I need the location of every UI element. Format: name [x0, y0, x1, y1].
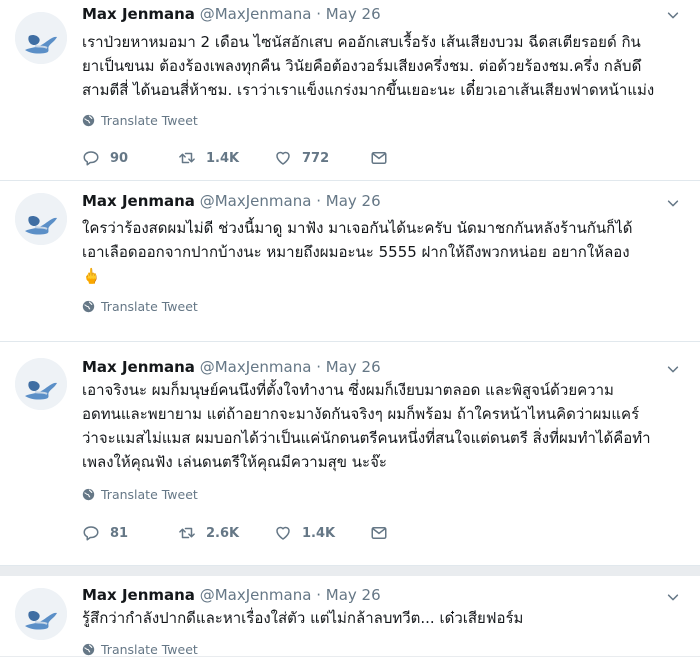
translate-label: Translate Tweet: [101, 642, 198, 657]
tweet-text-line: ว่าจะแมสไม่แมส ผมบอกได้ว่าเป็นแค่นักดนตร…: [82, 429, 651, 447]
tweet-text-line: เราป่วยหาหมอมา 2 เดือน ไซนัสอักเสบ คออัก…: [82, 33, 641, 51]
tweet-text-line: เพลงให้คุณฟัง เล่นดนตรีให้คุณมีความสุข น…: [82, 453, 387, 471]
retweet-count: 1.4K: [206, 150, 240, 166]
author-name[interactable]: Max Jenmana: [82, 5, 195, 23]
tweet-header: Max Jenmana @MaxJenmana · May 26: [82, 192, 381, 214]
retweet-count: 2.6K: [206, 525, 240, 541]
retweet-icon: [178, 524, 196, 542]
tweet-text-line: เอาเลือดออกจากปากบ้างนะ หมายถึงผมอะนะ 55…: [82, 243, 630, 261]
heart-icon: [274, 524, 292, 542]
reply-button[interactable]: 81: [82, 524, 178, 542]
author-handle[interactable]: @MaxJenmana: [200, 5, 312, 23]
envelope-icon: [370, 524, 388, 542]
retweet-button[interactable]: 2.6K: [178, 524, 274, 542]
separator: ·: [316, 192, 321, 210]
heart-icon: [274, 149, 292, 167]
envelope-icon: [370, 149, 388, 167]
tweet-header: Max Jenmana @MaxJenmana · May 26: [82, 358, 381, 380]
author-handle[interactable]: @MaxJenmana: [200, 192, 312, 210]
chevron-down-icon[interactable]: [666, 195, 684, 213]
direct-message-button[interactable]: [370, 524, 388, 542]
globe-icon: [82, 114, 95, 127]
like-count: 772: [302, 150, 330, 166]
direct-message-button[interactable]: [370, 149, 388, 167]
separator: ·: [316, 586, 321, 604]
reply-icon: [82, 524, 100, 542]
reply-count: 90: [110, 150, 129, 166]
translate-tweet-link[interactable]: Translate Tweet: [82, 113, 198, 128]
tweet-text: รู้สึกว่ากำลังปากดีและหาเรื่องใส่ตัว แต่…: [82, 606, 682, 630]
separator: ·: [316, 358, 321, 376]
like-button[interactable]: 772: [274, 149, 370, 167]
tweet-date[interactable]: May 26: [326, 192, 381, 210]
retweet-button[interactable]: 1.4K: [178, 149, 274, 167]
tweet-feed: Max Jenmana @MaxJenmana · May 26 เราป่วย…: [0, 0, 700, 657]
author-name[interactable]: Max Jenmana: [82, 192, 195, 210]
author-name[interactable]: Max Jenmana: [82, 586, 195, 604]
tweet-1[interactable]: Max Jenmana @MaxJenmana · May 26 เราป่วย…: [0, 0, 700, 181]
translate-label: Translate Tweet: [101, 299, 198, 314]
tweet-text-line: สามตีสี่ ได้นอนสี่ห้าชม. เราว่าเราแข็งแก…: [82, 81, 655, 99]
avatar[interactable]: [15, 358, 67, 410]
like-count: 1.4K: [302, 525, 336, 541]
globe-icon: [82, 643, 95, 656]
author-handle[interactable]: @MaxJenmana: [200, 586, 312, 604]
tweet-text: เราป่วยหาหมอมา 2 เดือน ไซนัสอักเสบ คออัก…: [82, 30, 682, 102]
tweet-text-line: ใครว่าร้องสดผมไม่ดี ช่วงนี้มาดู มาฟัง มา…: [82, 219, 633, 237]
reply-count: 81: [110, 525, 129, 541]
tweet-date[interactable]: May 26: [326, 358, 381, 376]
like-button[interactable]: 1.4K: [274, 524, 370, 542]
tweet-4[interactable]: Max Jenmana @MaxJenmana · May 26 รู้สึกว…: [0, 576, 700, 657]
translate-tweet-link[interactable]: Translate Tweet: [82, 299, 198, 314]
chevron-down-icon[interactable]: [666, 589, 684, 607]
translate-tweet-link[interactable]: Translate Tweet: [82, 487, 198, 502]
reply-button[interactable]: 90: [82, 149, 178, 167]
avatar[interactable]: [15, 12, 67, 64]
retweet-icon: [178, 149, 196, 167]
tweet-text: ใครว่าร้องสดผมไม่ดี ช่วงนี้มาดู มาฟัง มา…: [82, 216, 682, 288]
tweet-date[interactable]: May 26: [326, 5, 381, 23]
tweet-header: Max Jenmana @MaxJenmana · May 26: [82, 5, 381, 27]
tweet-text-line: เอาจริงนะ ผมก็มนุษย์คนนึงที่ตั้งใจทำงาน …: [82, 381, 614, 399]
translate-tweet-link[interactable]: Translate Tweet: [82, 642, 198, 657]
translate-label: Translate Tweet: [101, 113, 198, 128]
tweet-2[interactable]: Max Jenmana @MaxJenmana · May 26 ใครว่าร…: [0, 181, 700, 342]
author-handle[interactable]: @MaxJenmana: [200, 358, 312, 376]
avatar[interactable]: [15, 588, 67, 640]
reply-icon: [82, 149, 100, 167]
tweet-text: เอาจริงนะ ผมก็มนุษย์คนนึงที่ตั้งใจทำงาน …: [82, 378, 682, 474]
chevron-down-icon[interactable]: [666, 7, 684, 25]
globe-icon: [82, 300, 95, 313]
separator: ·: [316, 5, 321, 23]
tweet-text-line: ยาเป็นขนม ต้องร้องเพลงทุกคืน วินัยคือต้อ…: [82, 57, 642, 75]
author-name[interactable]: Max Jenmana: [82, 358, 195, 376]
tweet-date[interactable]: May 26: [326, 586, 381, 604]
translate-label: Translate Tweet: [101, 487, 198, 502]
tweet-header: Max Jenmana @MaxJenmana · May 26: [82, 586, 381, 608]
globe-icon: [82, 488, 95, 501]
avatar[interactable]: [15, 193, 67, 245]
tweet-actions: 90 1.4K 772: [82, 149, 388, 167]
tweet-text-line: อดทนและพยายาม แต่ถ้าอยากจะมางัดกันจริงๆ …: [82, 405, 640, 423]
chevron-down-icon[interactable]: [666, 361, 684, 379]
tweet-actions: 81 2.6K 1.4K: [82, 524, 388, 542]
tweet-emoji: 🖕: [82, 267, 101, 285]
tweet-3[interactable]: Max Jenmana @MaxJenmana · May 26 เอาจริง…: [0, 342, 700, 566]
tweet-text-line: รู้สึกว่ากำลังปากดีและหาเรื่องใส่ตัว แต่…: [82, 609, 524, 627]
